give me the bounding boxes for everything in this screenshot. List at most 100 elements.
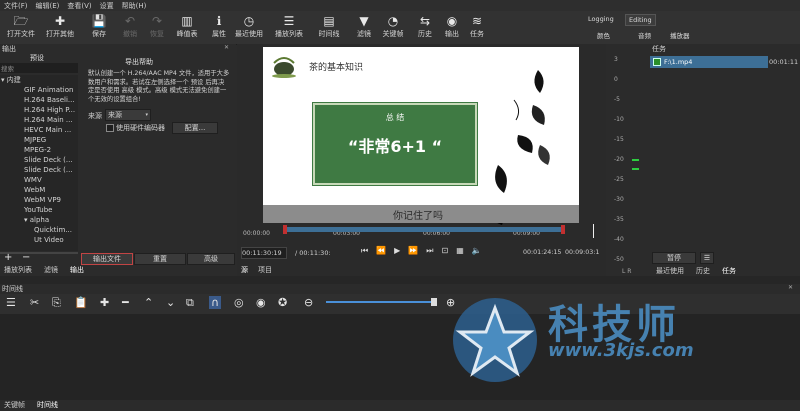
tab-0[interactable]: 源 [241, 265, 248, 275]
menu-item-0[interactable]: 文件(F) [0, 1, 32, 11]
preset-item[interactable]: H.264 High P... [0, 105, 78, 115]
out-marker[interactable] [561, 225, 565, 234]
cut-icon[interactable]: ✂ [30, 296, 39, 309]
preset-item[interactable]: ▾ alpha [0, 215, 78, 225]
rewind-icon[interactable]: ⏪ [376, 246, 386, 256]
preset-item[interactable]: WMV [0, 175, 78, 185]
menu-item-4[interactable]: 帮助(H) [118, 1, 151, 11]
meter-scale-label: -5 [614, 96, 620, 103]
timeline-toolbar [0, 294, 800, 314]
scrub-icon[interactable]: ◎ [234, 296, 244, 309]
preset-item[interactable]: YouTube [0, 205, 78, 215]
layout-color-button[interactable]: 颜色 [594, 29, 613, 41]
advanced-button[interactable]: 高级 [187, 253, 235, 265]
toolbar-button-jobs[interactable]: ≋ 任务 [458, 13, 496, 39]
grid-icon[interactable]: ▦ [456, 246, 464, 256]
slide-title: 茶的基本知识 [309, 63, 364, 73]
tab-1[interactable]: 时间线 [37, 400, 58, 411]
job-row[interactable]: F:\1.mp4 [650, 56, 768, 68]
zoom-icon[interactable]: ⊡ [442, 246, 449, 256]
export-icon: ◉ [446, 14, 458, 28]
menu-item-1[interactable]: 编辑(E) [32, 1, 64, 11]
tab-1[interactable]: 历史 [696, 266, 710, 276]
preset-item[interactable]: GIF Animation [0, 85, 78, 95]
preset-item[interactable]: H.264 Baseli... [0, 95, 78, 105]
timeline-menu-icon[interactable]: ☰ [6, 296, 16, 309]
toolbar-label: 最近使用 [235, 30, 263, 38]
preset-item[interactable]: WebM VP9 [0, 195, 78, 205]
peak-meter-icon: ▥ [181, 14, 193, 28]
toolbar-button-clock[interactable]: ◷ 最近使用 [230, 13, 268, 39]
meter-scale-label: -50 [614, 256, 624, 263]
tab-0[interactable]: 播放列表 [4, 265, 32, 276]
jobs-menu-button[interactable]: ☰ [700, 252, 714, 264]
preset-item[interactable]: Slide Deck (... [0, 155, 78, 165]
toolbar-button-folder[interactable]: 🗁 打开文件 [2, 13, 40, 39]
meter-lr-label: L R [622, 268, 632, 275]
toolbar-label: 任务 [470, 30, 484, 38]
reset-button[interactable]: 重置 [134, 253, 186, 265]
ripple-icon[interactable]: ◉ [256, 296, 266, 309]
preset-search-input[interactable]: 搜索 [0, 63, 78, 73]
panel-close-icon[interactable]: ✕ [224, 44, 229, 51]
zoom-slider[interactable] [326, 301, 436, 303]
layout-audio-button[interactable]: 音频 [635, 29, 654, 41]
toolbar-button-playlist[interactable]: ☰ 播放列表 [270, 13, 308, 39]
play-icon[interactable]: ▶ [394, 246, 400, 256]
snap-icon[interactable]: ∩ [209, 296, 222, 309]
configure-button[interactable]: 配置... [172, 122, 218, 134]
volume-icon[interactable]: 🔈 [472, 246, 482, 256]
current-time-field[interactable]: 00:11:30:19 [241, 247, 287, 259]
skip-start-icon[interactable]: ⏮ [361, 246, 368, 256]
preset-item[interactable]: Slide Deck (... [0, 165, 78, 175]
preset-item[interactable]: WebM [0, 185, 78, 195]
preset-item[interactable]: ▾ 内建 [0, 75, 78, 85]
skip-end-icon[interactable]: ⏭ [426, 246, 433, 256]
toolbar-button-open-other[interactable]: ✚ 打开其他 [41, 13, 79, 39]
add-preset-button[interactable]: + [4, 252, 12, 263]
layout-editing-button[interactable]: Editing [625, 14, 656, 26]
zoom-slider-handle[interactable] [431, 298, 437, 306]
meter-scale-label: -40 [614, 236, 624, 243]
copy-icon[interactable]: ⎘ [52, 296, 61, 310]
export-file-button[interactable]: 输出文件 [81, 253, 133, 265]
menu-item-2[interactable]: 查看(V) [63, 1, 95, 11]
menu-item-3[interactable]: 设置 [96, 1, 118, 11]
paste-icon[interactable]: 📋 [74, 296, 88, 309]
preset-item[interactable]: MJPEG [0, 135, 78, 145]
tab-1[interactable]: 项目 [258, 265, 272, 275]
fast-forward-icon[interactable]: ⏩ [408, 246, 418, 256]
source-select[interactable]: 来源 ▾ [105, 109, 151, 121]
preset-item[interactable]: Ut Video [0, 235, 78, 245]
meter-scale-label: 0 [614, 76, 618, 83]
jobs-title: 任务 [652, 45, 666, 53]
tab-2[interactable]: 任务 [722, 266, 736, 276]
tab-1[interactable]: 滤镜 [44, 265, 58, 276]
preset-tree: ▾ 内建 GIF Animation H.264 Baseli... H.264 Hi… [0, 75, 78, 251]
toolbar-button-timeline[interactable]: ▤ 时间线 [310, 13, 348, 39]
append-icon[interactable]: ✚ [100, 296, 109, 309]
lift-icon[interactable]: ⌃ [144, 296, 153, 309]
remove-preset-button[interactable]: − [22, 252, 30, 263]
layout-player-button[interactable]: 播放器 [667, 29, 693, 41]
playhead[interactable] [593, 224, 594, 238]
pause-jobs-button[interactable]: 暂停 [652, 252, 696, 264]
teapot-icon [272, 57, 296, 78]
splitter[interactable] [0, 276, 800, 284]
preset-item[interactable]: Quicktim... [0, 225, 78, 235]
preset-item[interactable]: MPEG-2 [0, 145, 78, 155]
zoom-out-icon[interactable]: ⊖ [304, 296, 313, 309]
overwrite-icon[interactable]: ⌄ [166, 296, 175, 309]
split-icon[interactable]: ⧉ [186, 296, 194, 310]
layout-logging-button[interactable]: Logging [585, 14, 617, 24]
preset-item[interactable]: H.264 Main ... [0, 115, 78, 125]
in-marker[interactable] [283, 225, 287, 234]
ripple-all-icon[interactable]: ✪ [278, 296, 287, 309]
tab-2[interactable]: 输出 [70, 265, 84, 276]
hw-encoder-checkbox[interactable] [106, 124, 114, 132]
tab-0[interactable]: 最近使用 [656, 266, 684, 276]
preset-item[interactable]: HEVC Main ... [0, 125, 78, 135]
timeline-close-icon[interactable]: ✕ [788, 284, 793, 291]
tab-0[interactable]: 关键帧 [4, 400, 25, 411]
remove-icon[interactable]: ━ [122, 296, 129, 309]
